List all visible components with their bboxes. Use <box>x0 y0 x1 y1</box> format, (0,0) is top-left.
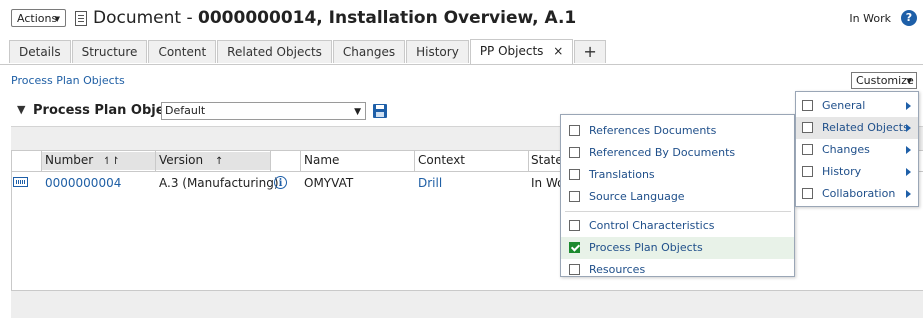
grid-footer <box>11 290 923 318</box>
info-icon[interactable]: i <box>274 176 287 189</box>
menu-item-control-characteristics[interactable]: Control Characteristics <box>561 215 794 237</box>
menu-item-referenced-by-documents[interactable]: Referenced By Documents <box>561 142 794 164</box>
view-select-value: Default <box>165 104 206 117</box>
tab-related-objects[interactable]: Related Objects <box>217 40 332 63</box>
menu-item-label: Process Plan Objects <box>589 241 703 254</box>
tab-changes[interactable]: Changes <box>332 40 406 63</box>
checkbox[interactable] <box>802 188 813 199</box>
column-separator[interactable] <box>300 150 301 171</box>
related-objects-submenu: References Documents Referenced By Docum… <box>560 114 795 277</box>
menu-item-label: Resources <box>589 263 646 276</box>
column-header-state[interactable]: State <box>531 152 563 170</box>
add-tab-button[interactable]: + <box>574 40 606 63</box>
tab-pp-objects[interactable]: PP Objects × <box>469 39 574 64</box>
menu-item-history[interactable]: History <box>796 161 918 183</box>
checkbox[interactable] <box>802 144 813 155</box>
process-plan-icon <box>13 177 28 187</box>
customize-button[interactable]: Customize ▼ <box>851 72 917 89</box>
menu-item-label: References Documents <box>589 124 717 137</box>
chevron-down-icon: ▼ <box>906 77 912 85</box>
column-separator[interactable] <box>414 150 415 171</box>
chevron-down-icon: ▼ <box>354 107 361 117</box>
checkbox[interactable] <box>569 220 580 231</box>
menu-item-label: Control Characteristics <box>589 219 715 232</box>
tab-divider <box>0 64 923 65</box>
menu-item-source-language[interactable]: Source Language <box>561 186 794 208</box>
checkbox[interactable] <box>569 264 580 275</box>
actions-button[interactable]: Actions ▼ <box>11 9 66 27</box>
row-number-link[interactable]: 0000000004 <box>45 176 121 190</box>
checkbox[interactable] <box>802 100 813 111</box>
menu-item-label: Referenced By Documents <box>589 146 736 159</box>
chevron-right-icon <box>906 102 911 110</box>
sort-desc-icon: ↿↾ <box>103 156 120 167</box>
menu-item-label: History <box>822 165 862 178</box>
chevron-right-icon <box>906 168 911 176</box>
tab-details[interactable]: Details <box>9 40 71 63</box>
row-context-link[interactable]: Drill <box>418 176 442 190</box>
checkbox-checked[interactable] <box>569 242 580 253</box>
close-icon[interactable]: × <box>553 44 563 58</box>
row-name: OMYVAT <box>304 176 354 190</box>
tab-history[interactable]: History <box>406 40 469 63</box>
doc-prefix: Document - <box>93 8 199 28</box>
checkbox[interactable] <box>569 191 580 202</box>
menu-item-label: Changes <box>822 143 870 156</box>
sort-asc-icon: ↑ <box>214 156 224 167</box>
tab-bar: Details Structure Content Related Object… <box>9 39 607 64</box>
checkbox[interactable] <box>802 166 813 177</box>
save-icon[interactable] <box>373 104 387 118</box>
column-header-context[interactable]: Context <box>418 152 465 170</box>
column-header-name[interactable]: Name <box>304 152 339 170</box>
column-separator[interactable] <box>270 150 271 171</box>
customize-label: Customize <box>856 74 914 87</box>
menu-item-references-documents[interactable]: References Documents <box>561 120 794 142</box>
checkbox[interactable] <box>802 122 813 133</box>
menu-item-general[interactable]: General <box>796 95 918 117</box>
collapse-chevron-icon[interactable]: ▼ <box>17 103 25 116</box>
grid-border <box>11 150 12 290</box>
column-separator[interactable] <box>528 150 529 171</box>
tab-structure[interactable]: Structure <box>71 40 148 63</box>
checkbox[interactable] <box>569 169 580 180</box>
customize-menu: General Related Objects Changes History … <box>795 91 919 207</box>
menu-item-label: Related Objects <box>822 121 909 134</box>
view-select[interactable]: Default ▼ <box>161 102 366 120</box>
chevron-down-icon: ▼ <box>54 15 60 23</box>
chevron-right-icon <box>906 146 911 154</box>
chevron-right-icon <box>906 124 911 132</box>
doc-name: 0000000014, Installation Overview, A.1 <box>198 8 577 28</box>
menu-item-related-objects[interactable]: Related Objects <box>796 117 918 139</box>
column-header-number[interactable]: Number ↿↾ <box>42 152 157 170</box>
menu-item-translations[interactable]: Translations <box>561 164 794 186</box>
menu-item-resources[interactable]: Resources <box>561 259 794 281</box>
section-title[interactable]: Process Plan Objects <box>11 74 125 87</box>
tab-pp-objects-label: PP Objects <box>479 44 544 58</box>
menu-item-collaboration[interactable]: Collaboration <box>796 183 918 205</box>
column-header-label: Version <box>159 153 204 167</box>
chevron-right-icon <box>906 190 911 198</box>
column-header-label: Number <box>45 153 94 167</box>
menu-divider <box>565 211 791 212</box>
menu-item-label: Translations <box>589 168 655 181</box>
row-version: A.3 (Manufacturing) <box>159 176 279 190</box>
checkbox[interactable] <box>569 147 580 158</box>
tab-content[interactable]: Content <box>148 40 217 63</box>
checkbox[interactable] <box>569 125 580 136</box>
help-icon[interactable]: ? <box>901 10 917 26</box>
status-text: In Work <box>849 12 891 25</box>
actions-label: Actions <box>17 12 58 25</box>
column-header-version[interactable]: Version ↑ <box>156 152 270 170</box>
menu-item-label: General <box>822 99 866 112</box>
menu-item-label: Collaboration <box>822 187 896 200</box>
page-title: Document - 0000000014, Installation Over… <box>93 8 576 28</box>
menu-item-changes[interactable]: Changes <box>796 139 918 161</box>
document-icon <box>75 11 87 26</box>
menu-item-label: Source Language <box>589 190 685 203</box>
menu-item-process-plan-objects[interactable]: Process Plan Objects <box>561 237 794 259</box>
